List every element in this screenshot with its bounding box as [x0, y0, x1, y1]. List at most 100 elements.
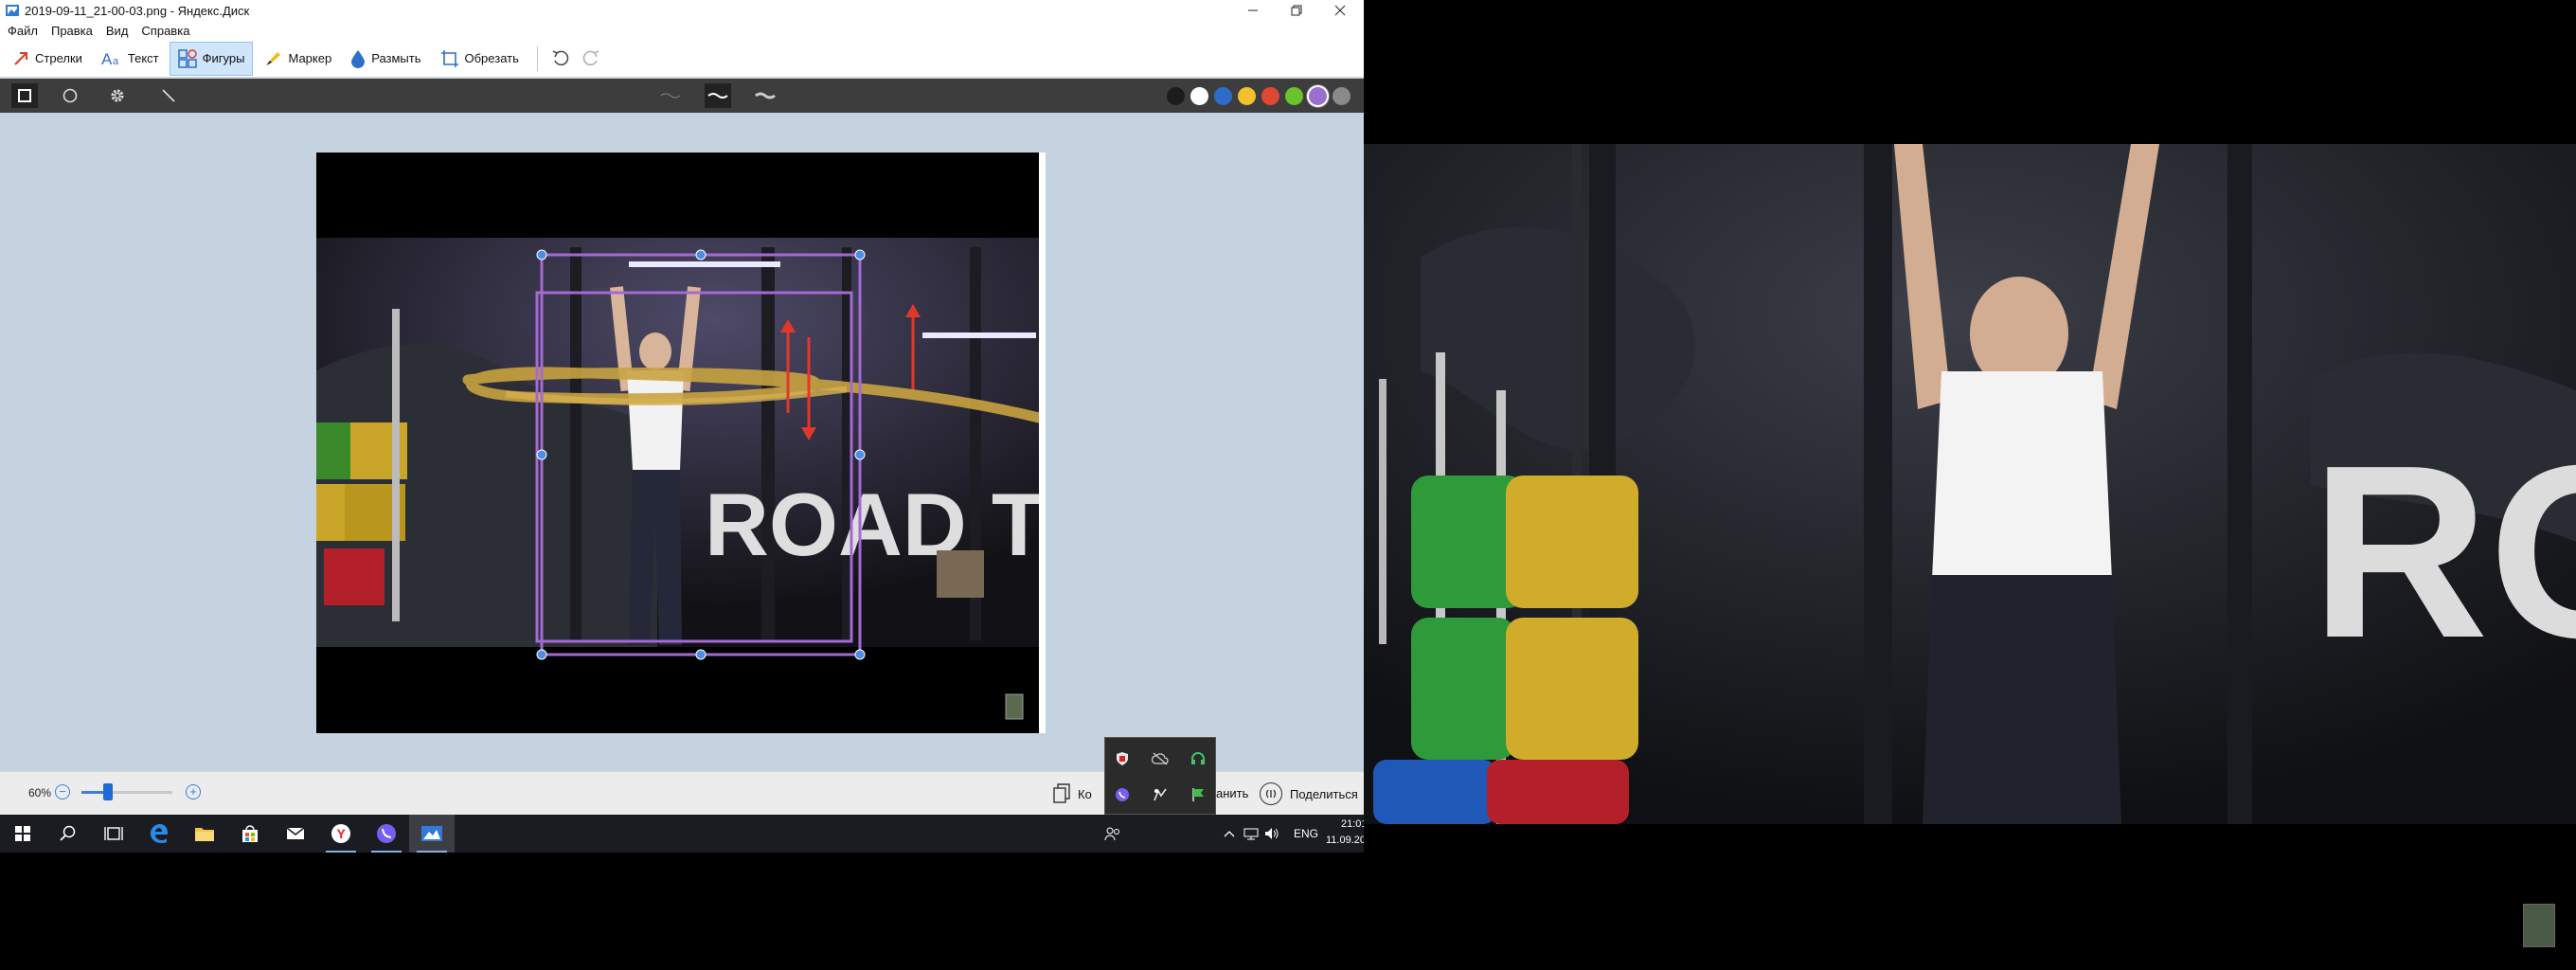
mail-icon: [286, 827, 305, 839]
show-hidden-icons-button[interactable]: [1218, 815, 1241, 853]
menu-view[interactable]: Вид: [106, 24, 129, 38]
resize-handle-e[interactable]: [854, 449, 866, 460]
yandex-disk-icon: [1154, 788, 1167, 801]
resize-handle-s[interactable]: [695, 649, 707, 660]
tool-arrows-label: Стрелки: [35, 51, 82, 65]
task-view-button[interactable]: [91, 815, 136, 853]
text-icon: Aa: [101, 50, 119, 67]
copy-icon: [1053, 783, 1070, 803]
flag-tray-button[interactable]: [1187, 783, 1209, 806]
tool-text-label: Текст: [127, 51, 159, 65]
minimize-icon: [1248, 9, 1258, 11]
app-icon: [6, 5, 19, 16]
tool-marker-label: Маркер: [288, 51, 332, 65]
language-indicator[interactable]: ENG: [1294, 827, 1318, 840]
tool-shapes[interactable]: Фигуры: [169, 41, 254, 76]
resize-handle-se[interactable]: [854, 649, 866, 660]
color-swatch[interactable]: [1309, 87, 1327, 105]
search-button[interactable]: [45, 815, 91, 853]
cloud-icon: [1152, 752, 1169, 765]
volume-button[interactable]: [1261, 815, 1282, 853]
color-swatch[interactable]: [1238, 87, 1256, 105]
undo-button[interactable]: [546, 44, 576, 74]
yandex-disk-tray-button[interactable]: [1149, 783, 1172, 806]
resize-handle-nw[interactable]: [536, 249, 547, 260]
viber-tray-button[interactable]: [1111, 783, 1134, 806]
stroke-medium-button[interactable]: [705, 83, 731, 108]
flag-icon: [1192, 788, 1204, 801]
resize-handle-ne[interactable]: [854, 249, 866, 260]
gear-icon: [111, 89, 124, 102]
color-swatch[interactable]: [1167, 87, 1185, 105]
resize-handle-sw[interactable]: [536, 649, 547, 660]
stroke-thin-button[interactable]: [657, 83, 684, 108]
viber-icon: [1116, 788, 1129, 801]
tool-text[interactable]: Aa Текст: [93, 42, 168, 76]
zoom-slider[interactable]: [81, 783, 172, 800]
zoom-in-button[interactable]: +: [186, 784, 201, 799]
save-label-end: анить: [1216, 786, 1249, 800]
headset-icon: [1191, 752, 1205, 764]
canvas-area: ROAD TO THE: [0, 113, 1364, 771]
share-label: Поделиться: [1290, 786, 1358, 801]
share-button[interactable]: Поделиться: [1260, 780, 1358, 808]
zoom-out-button[interactable]: −: [55, 784, 70, 799]
tool-blur[interactable]: Размыть: [342, 42, 429, 76]
color-swatch[interactable]: [1285, 87, 1303, 105]
yandex-disk-editor-button[interactable]: [409, 815, 455, 853]
chevron-up-icon: [1224, 831, 1235, 837]
edge-button[interactable]: [136, 815, 182, 853]
color-swatch[interactable]: [1214, 87, 1232, 105]
blur-drop-icon: [351, 49, 366, 68]
color-swatch[interactable]: [1333, 87, 1351, 105]
viber-icon: [377, 824, 396, 843]
color-swatch[interactable]: [1190, 87, 1208, 105]
headset-tray-button[interactable]: [1187, 747, 1209, 770]
minimize-button[interactable]: [1231, 0, 1275, 21]
shape-settings-button[interactable]: [104, 83, 131, 108]
viber-taskbar-button[interactable]: [364, 815, 409, 853]
shape-line-button[interactable]: [155, 83, 182, 108]
people-button[interactable]: [1097, 815, 1129, 853]
people-icon: [1104, 827, 1119, 841]
restore-button[interactable]: [1275, 0, 1318, 21]
shape-rectangle-button[interactable]: [11, 83, 38, 108]
cloud-tray-button[interactable]: [1149, 747, 1172, 770]
tool-marker[interactable]: Маркер: [255, 42, 340, 76]
store-button[interactable]: [227, 815, 273, 853]
resize-handle-n[interactable]: [695, 249, 707, 260]
color-swatch[interactable]: [1261, 87, 1279, 105]
zoom-slider-thumb[interactable]: [103, 783, 114, 800]
mail-button[interactable]: [273, 815, 318, 853]
task-view-icon: [104, 827, 123, 840]
explorer-button[interactable]: [182, 815, 227, 853]
tool-crop[interactable]: Обрезать: [432, 42, 528, 76]
yandex-browser-button[interactable]: Y: [318, 815, 364, 853]
thick-stroke-icon: [755, 92, 776, 99]
start-button[interactable]: [0, 815, 45, 853]
svg-text:a: a: [113, 56, 119, 67]
resize-handle-w[interactable]: [536, 449, 547, 460]
thumbnail-widget[interactable]: [2523, 904, 2555, 947]
tool-blur-label: Размыть: [371, 51, 421, 65]
network-button[interactable]: [1241, 815, 1261, 853]
wall-text-closeup: RO: [2311, 415, 2576, 690]
shape-selection[interactable]: [316, 153, 1046, 733]
editor-window: 2019-09-11_21-00-03.png - Яндекс.Диск Фа…: [0, 0, 1364, 815]
menu-edit[interactable]: Правка: [51, 24, 93, 38]
start-icon: [15, 826, 30, 841]
menu-help[interactable]: Справка: [141, 24, 189, 38]
menu-file[interactable]: Файл: [8, 24, 38, 38]
crop-icon: [440, 49, 458, 67]
tool-arrows[interactable]: Стрелки: [4, 42, 91, 76]
left-monitor-empty-area: [0, 853, 1364, 970]
shape-ellipse-button[interactable]: [57, 83, 83, 108]
stroke-thick-button[interactable]: [752, 83, 778, 108]
search-icon: [60, 825, 76, 841]
volume-icon: [1265, 828, 1279, 839]
close-button[interactable]: [1318, 0, 1362, 21]
antivirus-tray-button[interactable]: [1111, 747, 1134, 770]
tool-shapes-label: Фигуры: [202, 51, 245, 65]
save-button[interactable]: Ко: [1053, 780, 1092, 808]
redo-button[interactable]: [576, 44, 606, 74]
